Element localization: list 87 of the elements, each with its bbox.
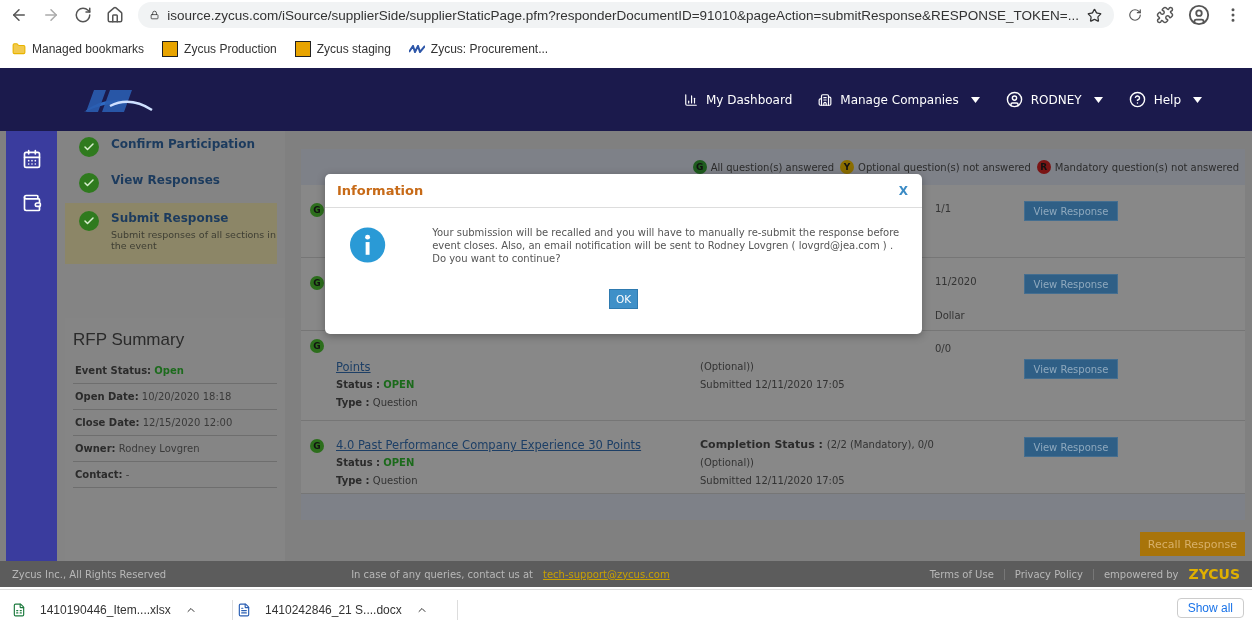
bookmark[interactable]: Zycus Production bbox=[162, 41, 277, 57]
star-icon[interactable] bbox=[1087, 7, 1102, 23]
nav-menu-item[interactable]: My Dashboard bbox=[683, 92, 793, 107]
home-icon[interactable] bbox=[106, 6, 124, 24]
close-button[interactable]: X bbox=[896, 183, 910, 198]
help-icon bbox=[1128, 91, 1146, 108]
footer-link[interactable]: Terms of Use bbox=[929, 568, 1005, 580]
step-item[interactable]: Confirm Participation bbox=[65, 131, 277, 167]
folder-icon bbox=[12, 42, 26, 56]
spreadsheet-icon bbox=[12, 603, 26, 617]
nav-menu-item[interactable]: Help bbox=[1128, 91, 1202, 108]
puzzle-icon[interactable] bbox=[1156, 6, 1174, 24]
check-icon bbox=[79, 211, 99, 231]
check-icon bbox=[79, 173, 99, 193]
step-title: View Responses bbox=[111, 173, 220, 187]
status-badge: R bbox=[1036, 160, 1051, 174]
recall-response-button[interactable]: Recall Response bbox=[1139, 532, 1245, 556]
completion-text: Submitted 12/11/2020 17:05 bbox=[700, 474, 846, 488]
summary-field: Close Date: 12/15/2020 12:00 bbox=[73, 409, 277, 436]
copyright-text: Zycus Inc., All Rights Reserved bbox=[12, 568, 167, 580]
completion-text: (Optional)) bbox=[700, 456, 755, 470]
nav-menu-item[interactable]: Manage Companies bbox=[818, 92, 980, 107]
back-icon[interactable] bbox=[10, 6, 28, 24]
completion-text: Completion Status : (2/2 (Mandatory), 0/0 bbox=[700, 437, 935, 453]
summary-title: RFP Summary bbox=[73, 329, 186, 350]
ok-button[interactable]: OK bbox=[608, 289, 639, 309]
bookmark[interactable]: Zycus staging bbox=[294, 41, 391, 57]
completion-text: (Optional)) bbox=[700, 360, 755, 374]
completion-text: 0/0 bbox=[935, 342, 953, 356]
address-bar[interactable]: isource.zycus.com/iSource/supplierSide/supplierStaticPage.pfm?responderDocumentID=91010&pageAction=submitResponse&RESPONSE_TOKEN=... bbox=[138, 2, 1114, 28]
status-badge: Y bbox=[840, 160, 854, 174]
footer-link[interactable]: Privacy Policy bbox=[1014, 568, 1094, 580]
status-badge: G bbox=[310, 439, 324, 453]
completion-text: Submitted 12/11/2020 17:05 bbox=[700, 378, 846, 392]
dialog-title: Information bbox=[337, 183, 424, 198]
zycus-logo: ZYCUS bbox=[1188, 566, 1240, 582]
email-link[interactable]: tech-support@zycus.com bbox=[543, 568, 670, 580]
step-title: Confirm Participation bbox=[111, 137, 255, 151]
wallet-icon[interactable] bbox=[21, 193, 42, 213]
status-badge: G bbox=[310, 276, 324, 290]
summary-field: Contact: - bbox=[73, 461, 277, 488]
step-description: Submit responses of all sections in the event bbox=[111, 229, 277, 252]
lock-icon bbox=[150, 9, 160, 21]
status-badge: G bbox=[310, 203, 324, 217]
legend-label: All question(s) answered bbox=[710, 161, 834, 173]
profile-icon[interactable] bbox=[1188, 4, 1210, 26]
completion-text: 11/2020 bbox=[935, 275, 978, 289]
check-icon bbox=[79, 137, 99, 157]
view-response-button[interactable]: View Response bbox=[1024, 437, 1118, 457]
type-text: Type : Question bbox=[336, 396, 419, 410]
section-link[interactable]: Points bbox=[336, 359, 371, 375]
document-icon bbox=[237, 603, 251, 617]
summary-field: Event Status: Open bbox=[73, 357, 277, 384]
view-response-button[interactable]: View Response bbox=[1024, 201, 1118, 221]
completion-text: 1/1 bbox=[935, 202, 953, 216]
legend-label: Mandatory question(s) not answered bbox=[1054, 161, 1239, 173]
step-item[interactable]: View Responses bbox=[65, 167, 277, 203]
show-all-button[interactable]: Show all bbox=[1176, 598, 1244, 618]
calendar-icon[interactable] bbox=[21, 149, 42, 169]
reload-icon[interactable] bbox=[74, 6, 92, 24]
legend-label: Optional question(s) not answered bbox=[858, 161, 1031, 173]
completion-text: Dollar bbox=[935, 309, 966, 323]
section-link[interactable]: 4.0 Past Performance Company Experience 30 Points bbox=[336, 437, 642, 453]
summary-field: Open Date: 10/20/2020 18:18 bbox=[73, 383, 277, 410]
bar-chart-icon bbox=[683, 92, 698, 107]
status-badge: G bbox=[692, 160, 707, 174]
swoosh-logo-icon bbox=[408, 45, 425, 53]
bookmark[interactable]: Managed bookmarks bbox=[12, 42, 145, 56]
step-title: Submit Response bbox=[111, 211, 230, 225]
view-response-button[interactable]: View Response bbox=[1024, 359, 1118, 379]
dialog-message: Your submission will be recalled and you will have to manually re-submit the response before event closes. Also, an email notification will be sent to Rodney Lovgren ( lovgrd@jea.com ) . Do you want to continue? bbox=[432, 226, 901, 265]
summary-field: Owner: Rodney Lovgren bbox=[73, 435, 277, 462]
status-text: Status : OPEN bbox=[336, 378, 416, 392]
step-item[interactable]: Submit Response Submit responses of all sections in the event bbox=[65, 203, 277, 264]
contact-text: In case of any queries, contact us at bbox=[351, 568, 533, 580]
view-response-button[interactable]: View Response bbox=[1024, 274, 1118, 294]
status-badge: G bbox=[310, 339, 324, 353]
building-icon bbox=[818, 92, 833, 107]
info-icon bbox=[349, 226, 387, 264]
nav-menu-item[interactable]: RODNEY bbox=[1005, 91, 1103, 108]
bookmark[interactable]: Zycus: Procurement... bbox=[408, 42, 549, 56]
user-icon bbox=[1005, 91, 1023, 108]
download-item[interactable]: 1410242846_21 S....docx bbox=[233, 600, 458, 620]
type-text: Type : Question bbox=[336, 474, 419, 488]
download-item[interactable]: 1410190446_Item....xlsx bbox=[8, 600, 233, 620]
empowered-text: empowered by bbox=[1103, 568, 1179, 580]
status-text: Status : OPEN bbox=[336, 456, 416, 470]
